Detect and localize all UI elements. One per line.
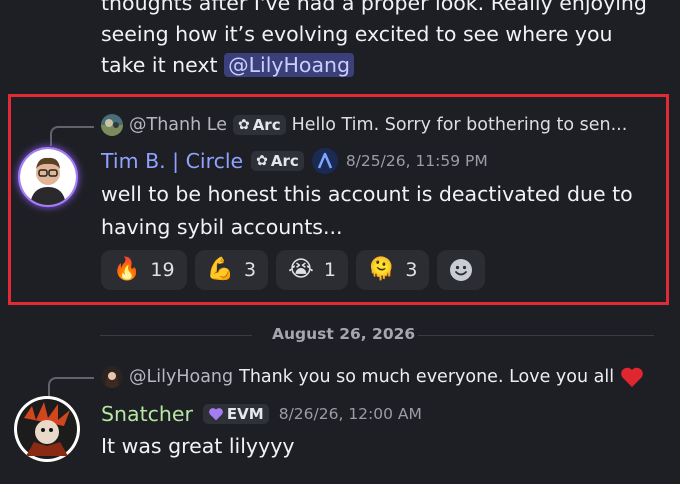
red-heart-icon [620,366,644,388]
avatar[interactable] [18,147,78,207]
reaction-crying-face[interactable]: 😭 1 [276,250,348,290]
author-tag: EVM [202,404,269,424]
arc-tag-icon: ✿ [256,153,268,169]
arc-tag-icon: ✿ [237,117,250,133]
reply-author-avatar [101,366,123,388]
author-name[interactable]: Tim B. | Circle [101,149,243,173]
flexed-biceps-icon: 💪 [206,257,234,282]
previous-message-line-2: seeing how it’s evolving excited to see … [101,22,613,46]
fire-icon: 🔥 [113,257,141,282]
reply-spine [48,377,94,397]
message-body: It was great lilyyyy [101,430,661,463]
reaction-count: 19 [150,259,175,281]
reply-author-name[interactable]: @LilyHoang [129,367,233,387]
message-line-2: having sybil accounts... [101,215,343,239]
arc-logo-icon [311,148,338,174]
reactions-bar: 🔥 19 💪 3 😭 1 🫠 3 [101,250,486,290]
message-header: Tim B. | Circle ✿ Arc 8/25/26, 11:59 PM [101,148,488,174]
add-reaction-button[interactable] [437,250,486,290]
purple-heart-icon [208,407,224,421]
reply-reference[interactable]: @Thanh Le ✿ Arc Hello Tim. Sorry for bot… [101,114,627,136]
crying-face-icon: 😭 [288,257,314,282]
avatar[interactable] [14,396,80,462]
timestamp: 8/26/26, 12:00 AM [278,405,422,423]
reply-author-tag: ✿ Arc [232,115,286,135]
reaction-count: 3 [244,259,257,281]
reaction-melting-face[interactable]: 🫠 3 [355,250,430,290]
user-mention[interactable]: @LilyHoang [224,53,355,77]
date-divider-label: August 26, 2026 [272,325,416,343]
previous-message-line-3: take it next @LilyHoang [101,50,671,81]
reply-author-avatar [101,114,123,136]
message-header: Snatcher EVM 8/26/26, 12:00 AM [101,402,422,426]
reaction-count: 1 [323,259,336,281]
reply-reference[interactable]: @LilyHoang Thank you so much everyone. L… [101,366,644,388]
previous-message-line-1: thoughts after I've had a proper look. R… [101,0,647,15]
reaction-fire[interactable]: 🔥 19 [101,250,187,290]
message-line-1: It was great lilyyyy [101,434,295,458]
timestamp: 8/25/26, 11:59 PM [345,152,488,170]
previous-message-text: thoughts after I've had a proper look. R… [101,0,671,81]
reply-author-name[interactable]: @Thanh Le [129,115,227,135]
reply-preview: Hello Tim. Sorry for bothering to sen... [291,115,628,135]
add-reaction-icon [450,259,473,281]
melting-face-icon: 🫠 [367,257,396,282]
reply-preview: Thank you so much everyone. Love you all [239,367,615,387]
message-line-1: well to be honest this account is deacti… [101,182,633,206]
reply-spine [50,126,94,146]
reaction-count: 3 [405,259,418,281]
message-body: well to be honest this account is deacti… [101,178,661,244]
author-tag: ✿ Arc [251,151,304,171]
author-name[interactable]: Snatcher [101,402,193,426]
reaction-flexed-biceps[interactable]: 💪 3 [194,250,269,290]
